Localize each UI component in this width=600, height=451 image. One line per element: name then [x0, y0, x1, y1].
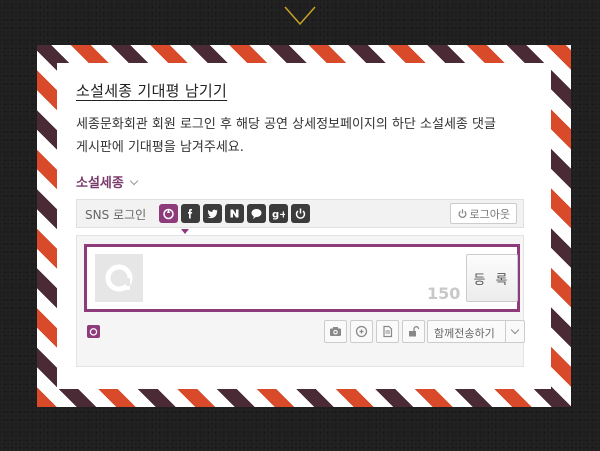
twitter-icon[interactable]	[203, 204, 222, 223]
camera-icon[interactable]	[324, 320, 347, 343]
share-label: 함께전송하기	[434, 327, 495, 340]
chevron-down-icon	[505, 321, 524, 342]
svg-text:g+: g+	[272, 210, 285, 221]
logout-button[interactable]: 로그아웃	[449, 203, 517, 224]
avatar-placeholder-icon	[105, 264, 133, 292]
sns-icons: g+	[159, 204, 310, 223]
googleplus-icon[interactable]: g+	[269, 204, 288, 223]
description-line-2: 게시판에 기대평을 남겨주세요.	[76, 140, 244, 155]
attachment-tools	[324, 320, 425, 343]
description: 세종문화회관 회원 로그인 후 해당 공연 상세정보페이지의 하단 소설세종 댓…	[76, 113, 536, 159]
facebook-icon[interactable]	[181, 204, 200, 223]
avatar	[95, 254, 143, 302]
venue-selector[interactable]: 소설세종	[76, 172, 139, 191]
venue-label: 소설세종	[76, 176, 124, 191]
chevron-down-icon	[284, 6, 316, 26]
active-indicator	[181, 229, 189, 234]
envelope-frame: 소설세종 기대평 남기기 세종문화회관 회원 로그인 후 해당 공연 상세정보페…	[37, 45, 571, 407]
page-title: 소설세종 기대평 남기기	[76, 82, 228, 100]
description-line-1: 세종문화회관 회원 로그인 후 해당 공연 상세정보페이지의 하단 소설세종 댓…	[76, 117, 496, 132]
share-select[interactable]: 함께전송하기	[427, 320, 525, 343]
sejong-icon[interactable]	[159, 204, 178, 223]
submit-button[interactable]: 등 록	[466, 254, 518, 302]
sejong-logo-icon	[87, 325, 100, 338]
power-icon	[458, 209, 467, 218]
sns-login-label: SNS 로그인	[85, 208, 147, 222]
chevron-down-icon	[129, 176, 139, 186]
lock-icon[interactable]	[402, 320, 425, 343]
document-icon[interactable]	[376, 320, 399, 343]
comment-input-box[interactable]: 150 등 록	[84, 244, 520, 312]
comment-area: 150 등 록 함께전송하기	[76, 235, 525, 367]
power-icon[interactable]	[291, 204, 310, 223]
comment-card: 소설세종 기대평 남기기 세종문화회관 회원 로그인 후 해당 공연 상세정보페…	[57, 63, 551, 389]
talk-icon[interactable]	[247, 204, 266, 223]
logout-label: 로그아웃	[469, 207, 510, 221]
naver-icon[interactable]	[225, 204, 244, 223]
char-counter: 150	[427, 284, 461, 303]
link-icon[interactable]	[350, 320, 373, 343]
sns-login-bar: SNS 로그인 g+ 로그아웃	[76, 199, 524, 228]
